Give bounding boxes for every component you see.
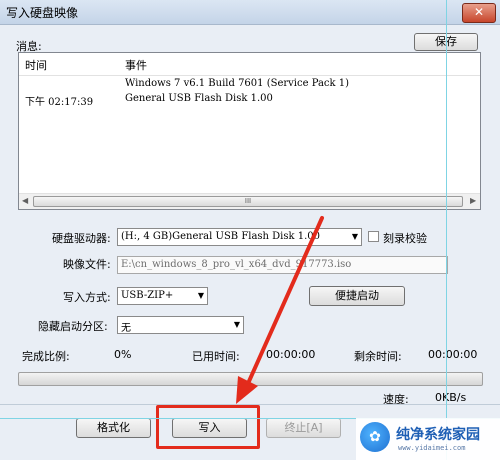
- watermark: ✿ 纯净系统家园 www.yidaimei.com: [356, 418, 500, 460]
- annotation-arrow: [236, 216, 324, 404]
- arrow-head: [236, 376, 258, 404]
- watermark-url: www.yidaimei.com: [398, 444, 466, 452]
- write-disk-image-window: 写入硬盘映像 ✕ 消息: 保存 时间 事件 Windows 7 v6.1 Bui…: [0, 0, 500, 460]
- watermark-logo-icon: ✿: [360, 422, 390, 452]
- arrow-shaft: [244, 216, 324, 390]
- watermark-name: 纯净系统家园: [396, 427, 480, 443]
- guide-line: [446, 0, 447, 460]
